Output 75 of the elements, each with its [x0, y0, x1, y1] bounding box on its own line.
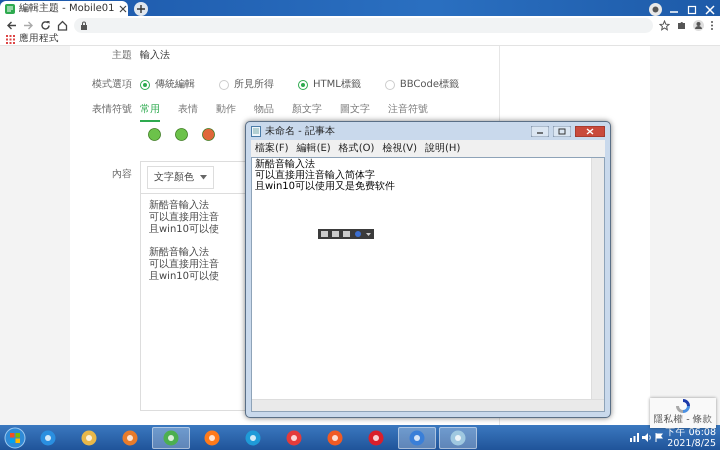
vertical-scrollbar[interactable] — [591, 158, 604, 399]
content-line: 且win10可以使 — [149, 271, 220, 283]
field-label: 模式選項 — [91, 78, 132, 92]
recaptcha-links[interactable]: 隱私權 - 條款 — [653, 414, 713, 425]
caret-icon — [200, 175, 207, 180]
text-color-dropdown[interactable]: 文字顏色 — [147, 166, 214, 189]
emoji-icon[interactable] — [175, 128, 188, 141]
menu-item[interactable]: 檔案(F) — [255, 141, 289, 156]
close-icon[interactable] — [118, 4, 126, 12]
new-tab-icon[interactable] — [134, 2, 148, 16]
maximize-icon[interactable] — [553, 126, 571, 136]
radio-option[interactable]: 所見所得 — [219, 77, 274, 92]
app-icon — [204, 430, 220, 446]
app-icon — [163, 430, 179, 446]
network-icon — [630, 433, 639, 442]
lock-icon — [80, 20, 88, 30]
recaptcha-icon — [675, 398, 691, 414]
emoji-icon[interactable] — [148, 128, 161, 141]
start-button[interactable] — [4, 426, 26, 448]
taskbar-button[interactable] — [398, 426, 436, 448]
field-label: 表情符號 — [91, 102, 132, 117]
ime-toolbar-drawing — [318, 229, 374, 239]
emoji-icon[interactable] — [202, 128, 215, 141]
radio-option[interactable]: BBCode標籤 — [384, 77, 459, 92]
field-label: 主題 — [111, 48, 132, 63]
window-title: 未命名 - 記事本 — [265, 124, 336, 138]
profile-icon[interactable] — [693, 20, 704, 30]
favicon-icon — [5, 4, 15, 14]
reload-icon[interactable] — [40, 20, 51, 30]
emoji-tab[interactable]: 圖文字 — [340, 102, 370, 122]
app-icon — [81, 430, 97, 446]
app-icon — [368, 430, 384, 446]
app-icon — [409, 430, 425, 446]
menu-item[interactable]: 格式(O) — [338, 141, 374, 156]
subject-text: 輸入法 — [140, 48, 170, 63]
apps-grid-icon — [6, 35, 15, 44]
emoji-tab[interactable]: 動作 — [216, 102, 236, 122]
app-icon — [40, 430, 56, 446]
radio-option[interactable]: 傳統編輯 — [140, 77, 195, 92]
app-icon — [327, 430, 343, 446]
app-icon — [122, 430, 138, 446]
emoji-tab[interactable]: 表情 — [178, 102, 198, 122]
close-icon[interactable] — [575, 126, 605, 136]
menu-icon[interactable] — [710, 20, 714, 30]
address-field[interactable] — [74, 18, 653, 32]
notepad-icon — [251, 126, 261, 136]
content-line: 且win10可以使 — [149, 224, 220, 236]
menu-item[interactable]: 編輯(E) — [296, 141, 331, 156]
content-line: 可以直接用注音 — [149, 259, 219, 270]
menu-item[interactable]: 說明(H) — [425, 141, 460, 156]
volume-icon[interactable] — [642, 433, 652, 442]
app-icon — [286, 430, 302, 446]
star-icon[interactable] — [659, 20, 670, 30]
menu-item[interactable]: 檢視(V) — [382, 141, 418, 156]
taskbar-button[interactable] — [152, 426, 190, 448]
content-line: 新酷音輸入法 — [149, 247, 209, 258]
flag-icon[interactable] — [654, 433, 663, 442]
horizontal-scrollbar[interactable] — [252, 399, 604, 411]
bookmark-link[interactable]: 應用程式 — [19, 32, 59, 47]
back-icon[interactable] — [6, 20, 17, 30]
radio-option[interactable]: HTML標籤 — [298, 77, 361, 92]
account-icon[interactable] — [649, 3, 662, 16]
emoji-tab[interactable]: 物品 — [254, 102, 274, 122]
taskbar-button[interactable] — [439, 426, 477, 448]
app-icon — [450, 430, 466, 446]
emoji-tab[interactable]: 顏文字 — [292, 102, 322, 122]
home-icon[interactable] — [57, 20, 68, 30]
clock[interactable]: 下午 06:08 2021/8/25 — [666, 426, 716, 448]
app-icon — [245, 430, 261, 446]
minimize-icon[interactable] — [531, 126, 549, 136]
content-line: 新酷音輸入法 — [149, 200, 209, 212]
emoji-tab[interactable]: 注音符號 — [388, 102, 428, 122]
browser-tab[interactable]: 編輯主題 - Mobile01 — [0, 1, 128, 16]
content-line: 可以直接用注音 — [149, 212, 219, 224]
field-label: 內容 — [111, 168, 132, 182]
